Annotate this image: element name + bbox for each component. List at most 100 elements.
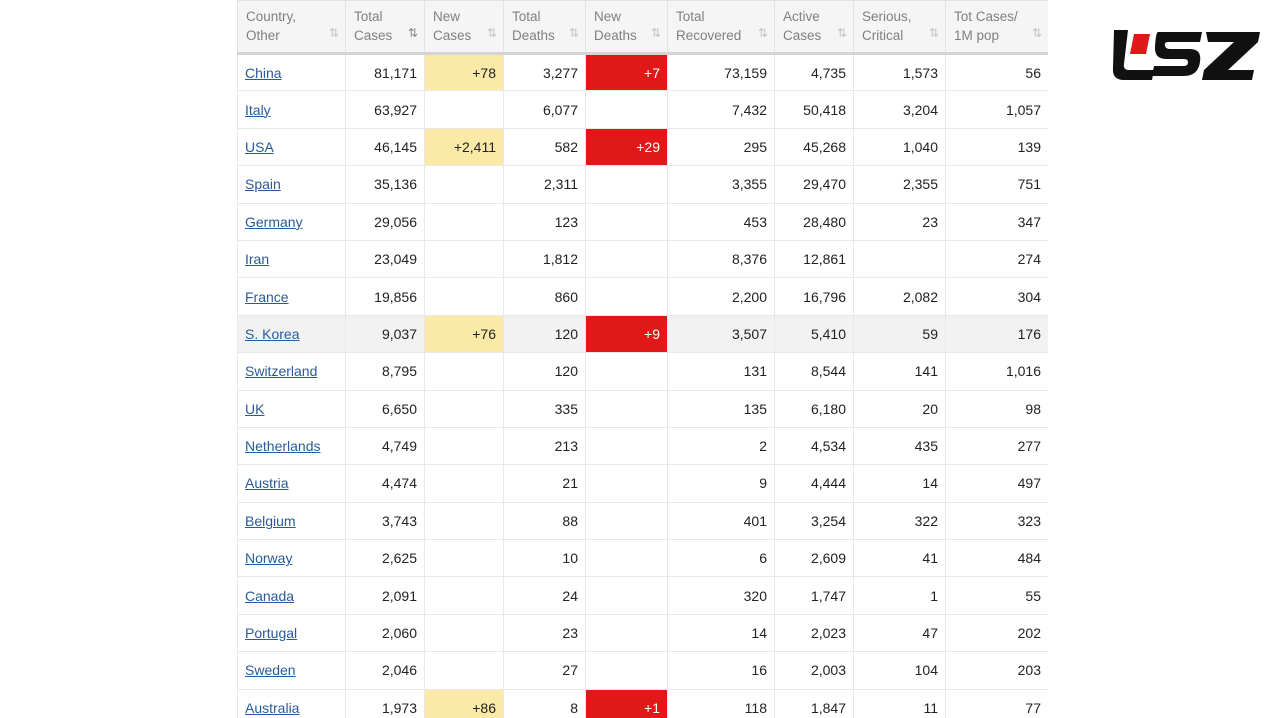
logo-red-flag-shape (1130, 34, 1150, 54)
serious-critical-cell: 1,573 (853, 52, 946, 92)
covid-stats-table: Country, Other ⇅ Total Cases ⇅ New Cases ⇅ Total D… (237, 0, 1048, 718)
new-cases-cell (424, 202, 504, 241)
per-1m-cell: 203 (945, 651, 1048, 690)
sort-icon[interactable]: ⇅ (1032, 24, 1042, 43)
total-cases-cell: 63,927 (345, 90, 425, 129)
sort-icon[interactable]: ⇅ (569, 24, 579, 43)
country-link[interactable]: Australia (245, 700, 299, 716)
total-cases-cell: 35,136 (345, 165, 425, 204)
new-cases-cell (424, 651, 504, 690)
header-label-line2: Deaths (594, 28, 637, 43)
sort-icon[interactable]: ⇅ (651, 24, 661, 43)
per-1m-cell: 1,016 (945, 352, 1048, 391)
header-label-line1: New (594, 9, 622, 24)
active-cases-cell: 6,180 (774, 389, 854, 428)
table-row: Portugal 2,060 23 14 2,023 47 202 (237, 613, 1048, 653)
table-row: Iran 23,049 1,812 8,376 12,861 274 (237, 239, 1048, 279)
table-row: China 81,171 +78 3,277 +7 73,159 4,735 1,573 56 (237, 52, 1048, 92)
column-header-country[interactable]: Country, Other ⇅ (237, 0, 346, 55)
column-header-new-cases[interactable]: New Cases ⇅ (424, 0, 504, 55)
per-1m-cell: 751 (945, 165, 1048, 204)
new-cases-cell (424, 464, 504, 503)
total-deaths-cell: 23 (503, 613, 586, 653)
header-label-line2: 1M pop (954, 28, 1000, 43)
country-link[interactable]: Netherlands (245, 438, 321, 454)
table-row: Netherlands 4,749 213 2 4,534 435 277 (237, 426, 1048, 466)
country-link[interactable]: Germany (245, 214, 303, 230)
serious-critical-cell: 11 (853, 688, 946, 718)
column-header-new-deaths[interactable]: New Deaths ⇅ (585, 0, 668, 55)
serious-critical-cell: 23 (853, 202, 946, 241)
sort-icon[interactable]: ⇅ (837, 24, 847, 43)
country-link[interactable]: Spain (245, 176, 281, 192)
country-link[interactable]: S. Korea (245, 326, 299, 342)
total-recovered-cell: 16 (667, 651, 775, 690)
country-link[interactable]: Portugal (245, 625, 297, 641)
country-link[interactable]: Norway (245, 550, 292, 566)
active-cases-cell: 1,747 (774, 576, 854, 615)
country-link[interactable]: USA (245, 139, 274, 155)
new-deaths-cell: +7 (585, 52, 668, 92)
total-recovered-cell: 3,507 (667, 314, 775, 354)
active-cases-cell: 8,544 (774, 352, 854, 391)
country-cell: Canada (237, 576, 346, 615)
column-header-total-recovered[interactable]: Total Recovered ⇅ (667, 0, 775, 55)
new-cases-cell: +76 (424, 314, 504, 354)
active-cases-cell: 2,023 (774, 613, 854, 653)
country-link[interactable]: Austria (245, 475, 289, 491)
new-cases-cell (424, 613, 504, 653)
header-label-line2: Critical (862, 28, 904, 43)
column-header-serious-critical[interactable]: Serious, Critical ⇅ (853, 0, 946, 55)
per-1m-cell: 139 (945, 127, 1048, 167)
total-cases-cell: 6,650 (345, 389, 425, 428)
country-link[interactable]: Switzerland (245, 363, 317, 379)
country-link[interactable]: China (245, 65, 282, 81)
sort-icon[interactable]: ⇅ (758, 24, 768, 43)
total-recovered-cell: 453 (667, 202, 775, 241)
country-link[interactable]: France (245, 289, 289, 305)
serious-critical-cell: 104 (853, 651, 946, 690)
country-link[interactable]: Italy (245, 102, 271, 118)
total-recovered-cell: 320 (667, 576, 775, 615)
column-header-total-cases[interactable]: Total Cases ⇅ (345, 0, 425, 55)
country-cell: UK (237, 389, 346, 428)
sort-icon[interactable]: ⇅ (929, 24, 939, 43)
total-cases-cell: 4,749 (345, 426, 425, 466)
new-deaths-cell: +29 (585, 127, 668, 167)
total-deaths-cell: 1,812 (503, 239, 586, 279)
country-link[interactable]: Canada (245, 588, 294, 604)
new-cases-cell (424, 539, 504, 578)
country-link[interactable]: Iran (245, 251, 269, 267)
active-cases-cell: 29,470 (774, 165, 854, 204)
total-cases-cell: 9,037 (345, 314, 425, 354)
serious-critical-cell (853, 239, 946, 279)
serious-critical-cell: 41 (853, 539, 946, 578)
table-row: Italy 63,927 6,077 7,432 50,418 3,204 1,057 (237, 90, 1048, 129)
header-row: Country, Other ⇅ Total Cases ⇅ New Cases ⇅ Total D… (237, 0, 1048, 55)
serious-critical-cell: 59 (853, 314, 946, 354)
column-header-active-cases[interactable]: Active Cases ⇅ (774, 0, 854, 55)
active-cases-cell: 50,418 (774, 90, 854, 129)
table-row: Belgium 3,743 88 401 3,254 322 323 (237, 501, 1048, 541)
total-cases-cell: 2,060 (345, 613, 425, 653)
sort-icon[interactable]: ⇅ (408, 24, 418, 43)
country-link[interactable]: UK (245, 401, 264, 417)
total-recovered-cell: 2,200 (667, 277, 775, 316)
country-cell: Netherlands (237, 426, 346, 466)
column-header-per-1m[interactable]: Tot Cases/1M pop ⇅ (945, 0, 1048, 55)
total-deaths-cell: 123 (503, 202, 586, 241)
country-cell: USA (237, 127, 346, 167)
total-deaths-cell: 88 (503, 501, 586, 541)
total-recovered-cell: 6 (667, 539, 775, 578)
total-deaths-cell: 860 (503, 277, 586, 316)
new-deaths-cell (585, 464, 668, 503)
sort-icon[interactable]: ⇅ (487, 24, 497, 43)
sort-icon[interactable]: ⇅ (329, 24, 339, 43)
header-label-line2: Other (246, 28, 280, 43)
total-deaths-cell: 24 (503, 576, 586, 615)
country-link[interactable]: Belgium (245, 513, 296, 529)
country-cell: S. Korea (237, 314, 346, 354)
column-header-total-deaths[interactable]: Total Deaths ⇅ (503, 0, 586, 55)
new-cases-cell: +86 (424, 688, 504, 718)
country-link[interactable]: Sweden (245, 662, 296, 678)
